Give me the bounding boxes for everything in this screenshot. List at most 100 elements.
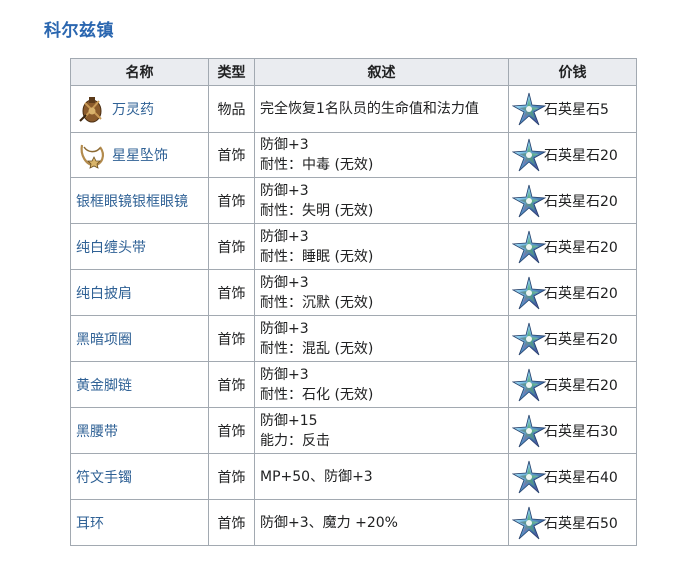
table-row: 纯白缠头带 首饰 防御+3 耐性：睡眠 (无效) 石英星石20 — [70, 223, 637, 270]
desc-line: 耐性：睡眠 (无效) — [260, 248, 374, 265]
type-cell: 首饰 — [208, 223, 255, 270]
item-link[interactable]: 黄金脚链 — [76, 378, 132, 394]
quartz-star-icon[interactable] — [512, 506, 546, 540]
price-text: 石英星石20 — [544, 377, 618, 394]
item-link[interactable]: 黑腰带 — [76, 424, 118, 440]
name-cell: 黑腰带 — [70, 407, 209, 454]
desc-line: 完全恢复1名队员的生命值和法力值 — [260, 101, 479, 117]
desc-cell: 防御+3 耐性：混乱 (无效) — [254, 315, 509, 362]
price-text: 石英星石20 — [544, 239, 618, 256]
desc-line: 防御+3、魔力 +20% — [260, 514, 398, 531]
price-cell: 石英星石20 — [508, 361, 637, 408]
table-row: 符文手镯 首饰 MP+50、防御+3 石英星石40 — [70, 453, 637, 500]
price-cell: 石英星石20 — [508, 315, 637, 362]
desc-line: 防御+15 — [260, 412, 318, 429]
price-text: 石英星石40 — [544, 469, 618, 486]
name-cell: 万灵药 — [70, 85, 209, 133]
quartz-star-icon[interactable] — [512, 230, 546, 264]
desc-line: 防御+3 — [260, 228, 309, 245]
name-cell: 纯白缠头带 — [70, 223, 209, 270]
quartz-star-icon[interactable] — [512, 460, 546, 494]
type-cell: 首饰 — [208, 177, 255, 224]
quartz-star-icon[interactable] — [512, 276, 546, 310]
type-cell: 首饰 — [208, 132, 255, 178]
desc-line: MP+50、防御+3 — [260, 468, 373, 485]
desc-cell: 完全恢复1名队员的生命值和法力值 — [254, 85, 509, 133]
header-name[interactable]: 名称 — [70, 58, 209, 86]
name-cell: 星星坠饰 — [70, 132, 209, 178]
desc-line: 能力：反击 — [260, 432, 330, 449]
item-link[interactable]: 纯白披肩 — [76, 286, 132, 302]
item-link[interactable]: 耳环 — [76, 516, 104, 532]
price-cell: 石英星石20 — [508, 269, 637, 316]
table-row: 银框眼镜银框眼镜 首饰 防御+3 耐性：失明 (无效) 石英星石20 — [70, 177, 637, 224]
quartz-star-icon[interactable] — [512, 184, 546, 218]
desc-line: 耐性：失明 (无效) — [260, 202, 374, 219]
header-row: 名称 类型 叙述 价钱 — [70, 58, 637, 86]
price-cell: 石英星石30 — [508, 407, 637, 454]
price-text: 石英星石20 — [544, 148, 618, 164]
name-cell: 符文手镯 — [70, 453, 209, 500]
desc-cell: 防御+3 耐性：石化 (无效) — [254, 361, 509, 408]
table-row: 黄金脚链 首饰 防御+3 耐性：石化 (无效) 石英星石20 — [70, 361, 637, 408]
item-link[interactable]: 符文手镯 — [76, 470, 132, 486]
desc-cell: 防御+15 能力：反击 — [254, 407, 509, 454]
name-cell: 耳环 — [70, 499, 209, 546]
price-cell: 石英星石50 — [508, 499, 637, 546]
desc-line: 防御+3 — [260, 182, 309, 199]
desc-line: 防御+3 — [260, 366, 309, 383]
price-text: 石英星石50 — [544, 515, 618, 532]
price-text: 石英星石20 — [544, 193, 618, 210]
quartz-star-icon[interactable] — [512, 92, 546, 126]
name-cell: 银框眼镜银框眼镜 — [70, 177, 209, 224]
table-row: 黑暗项圈 首饰 防御+3 耐性：混乱 (无效) 石英星石20 — [70, 315, 637, 362]
name-cell: 纯白披肩 — [70, 269, 209, 316]
type-cell: 首饰 — [208, 407, 255, 454]
header-price[interactable]: 价钱 — [508, 58, 637, 86]
price-cell: 石英星石20 — [508, 177, 637, 224]
quartz-star-icon[interactable] — [512, 368, 546, 402]
item-link[interactable]: 万灵药 — [112, 99, 154, 119]
price-cell: 石英星石20 — [508, 223, 637, 270]
desc-line: 耐性：沉默 (无效) — [260, 294, 374, 311]
item-link[interactable]: 黑暗项圈 — [76, 332, 132, 348]
desc-cell: 防御+3 耐性：沉默 (无效) — [254, 269, 509, 316]
page-title: 科尔兹镇 — [44, 21, 114, 41]
desc-line: 耐性：中毒 (无效) — [260, 157, 374, 173]
header-type[interactable]: 类型 — [208, 58, 255, 86]
type-cell: 首饰 — [208, 315, 255, 362]
desc-line: 耐性：混乱 (无效) — [260, 340, 374, 357]
quartz-star-icon[interactable] — [512, 322, 546, 356]
type-cell: 首饰 — [208, 499, 255, 546]
price-text: 石英星石20 — [544, 331, 618, 348]
name-cell: 黑暗项圈 — [70, 315, 209, 362]
table-row: 耳环 首饰 防御+3、魔力 +20% 石英星石50 — [70, 499, 637, 546]
item-link[interactable]: 星星坠饰 — [112, 145, 168, 165]
price-text: 石英星石5 — [544, 102, 609, 118]
potion-icon[interactable] — [76, 93, 108, 125]
table-row: 万灵药 物品 完全恢复1名队员的生命值和法力值 石英星石5 — [70, 85, 637, 133]
price-text: 石英星石30 — [544, 423, 618, 440]
type-cell: 首饰 — [208, 269, 255, 316]
pendant-icon[interactable] — [76, 139, 108, 171]
quartz-star-icon[interactable] — [512, 138, 546, 172]
item-link[interactable]: 纯白缠头带 — [76, 240, 146, 256]
desc-cell: 防御+3 耐性：睡眠 (无效) — [254, 223, 509, 270]
desc-cell: 防御+3 耐性：失明 (无效) — [254, 177, 509, 224]
item-link[interactable]: 银框眼镜银框眼镜 — [76, 194, 188, 210]
desc-line: 防御+3 — [260, 320, 309, 337]
desc-line: 防御+3 — [260, 274, 309, 291]
price-cell: 石英星石20 — [508, 132, 637, 178]
table-row: 黑腰带 首饰 防御+15 能力：反击 石英星石30 — [70, 407, 637, 454]
price-text: 石英星石20 — [544, 285, 618, 302]
header-desc[interactable]: 叙述 — [254, 58, 509, 86]
name-cell: 黄金脚链 — [70, 361, 209, 408]
quartz-star-icon[interactable] — [512, 414, 546, 448]
table-row: 纯白披肩 首饰 防御+3 耐性：沉默 (无效) 石英星石20 — [70, 269, 637, 316]
desc-cell: 防御+3 耐性：中毒 (无效) — [254, 132, 509, 178]
desc-line: 防御+3 — [260, 137, 309, 153]
type-cell: 物品 — [208, 85, 255, 133]
price-cell: 石英星石5 — [508, 85, 637, 133]
desc-line: 耐性：石化 (无效) — [260, 386, 374, 403]
desc-cell: MP+50、防御+3 — [254, 453, 509, 500]
